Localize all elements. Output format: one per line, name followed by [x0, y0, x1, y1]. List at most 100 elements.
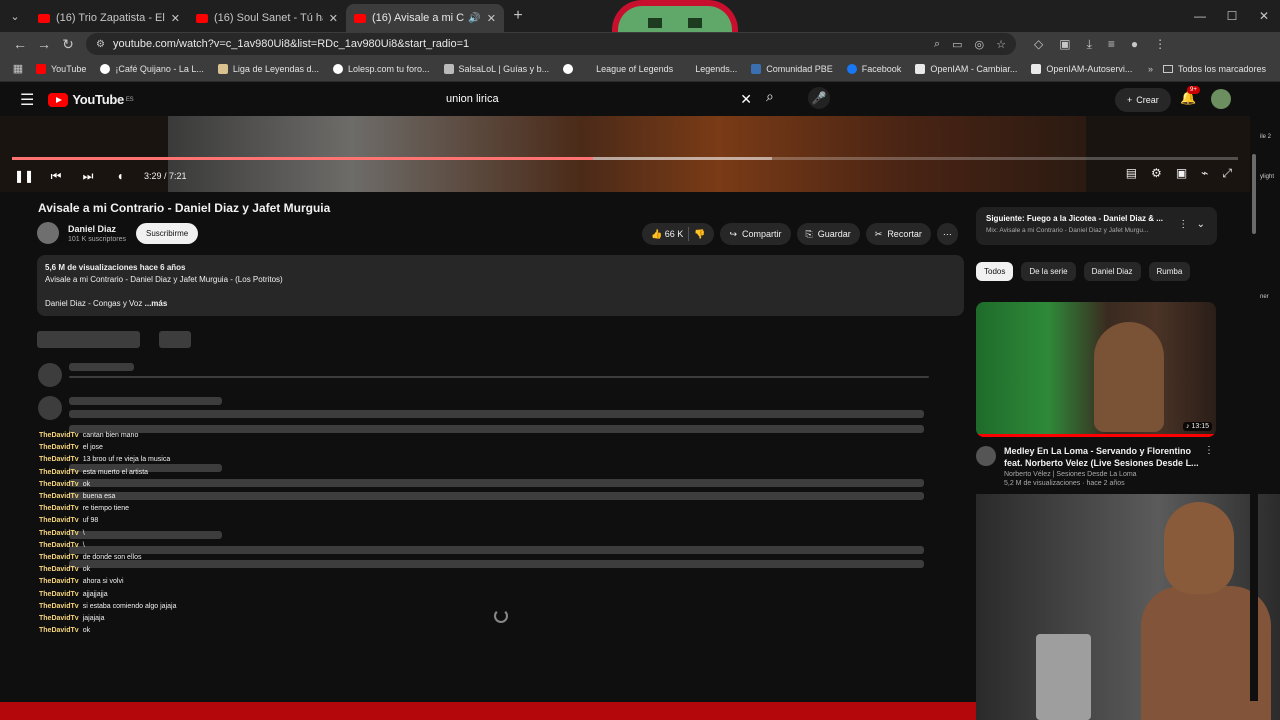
bookmark-item[interactable]: OpenIAM-Autoservi...: [1031, 63, 1132, 74]
page-scrollbar[interactable]: [1250, 116, 1258, 701]
all-bookmarks-button[interactable]: Todos los marcadores: [1162, 64, 1266, 74]
close-tab-icon[interactable]: ✕: [487, 12, 496, 25]
microphone-icon[interactable]: 🎤: [808, 87, 830, 109]
settings-gear-icon[interactable]: ⚙: [1151, 166, 1162, 181]
recommended-video-title[interactable]: Medley En La Loma - Servando y Florentin…: [1004, 445, 1204, 469]
chevron-down-icon[interactable]: ⌄: [1197, 219, 1205, 230]
clip-button[interactable]: ✂ Recortar: [865, 223, 931, 245]
loading-spinner-icon: [494, 609, 508, 623]
miniplayer-icon[interactable]: ▣: [1176, 166, 1187, 181]
video-player[interactable]: ❚❚ ⏮ ⏭ ◖ 3:29 / 7:21 ▤ ⚙ ▣ ⌁ ⤢: [0, 116, 1250, 192]
description-box[interactable]: 5,6 M de visualizaciones hace 6 años Avi…: [37, 255, 964, 316]
next-icon[interactable]: ⏭: [72, 169, 104, 184]
channel-avatar[interactable]: [37, 222, 59, 244]
chip-daniel-diaz[interactable]: Daniel Diaz: [1083, 262, 1141, 281]
new-tab-button[interactable]: +: [504, 7, 532, 25]
youtube-header: ☰ YouTube ES union lirica ✕ ⌕ 🎤 + Crear 🔔…: [0, 83, 1280, 116]
forward-icon[interactable]: →: [32, 36, 56, 52]
skeleton-avatar: [38, 396, 62, 420]
volume-icon[interactable]: ◖: [104, 169, 136, 183]
bookmark-item[interactable]: Facebook: [846, 63, 901, 74]
extension-icon[interactable]: ◇: [1034, 37, 1043, 52]
chat-username: TheDavidTv: [39, 493, 79, 501]
close-window-icon[interactable]: ✕: [1248, 0, 1280, 32]
speaker-icon[interactable]: 🔊: [468, 13, 480, 24]
create-button[interactable]: + Crear: [1115, 88, 1171, 112]
chip-rumba[interactable]: Rumba: [1148, 262, 1191, 281]
recommended-video-thumbnail[interactable]: ♪ 13:15: [976, 302, 1216, 437]
tab-3-active[interactable]: (16) Avisale a mi Contrario 🔊 ✕: [346, 4, 504, 32]
tab-1[interactable]: (16) Trio Zapatista - El refranero ✕: [30, 4, 188, 32]
notifications-bell-icon[interactable]: 🔔 9+: [1180, 86, 1200, 106]
webcam-person-head: [1164, 502, 1234, 594]
tab-2[interactable]: (16) Soul Sanet - Tú haces que ✕: [188, 4, 346, 32]
bookmark-icon: ⎘: [805, 228, 813, 239]
bookmark-star-icon[interactable]: ☆: [996, 38, 1006, 51]
channel-avatar[interactable]: [976, 446, 996, 466]
clear-search-icon[interactable]: ✕: [740, 91, 752, 108]
apps-grid-icon[interactable]: ▦: [0, 62, 36, 75]
reload-icon[interactable]: ↻: [56, 36, 80, 53]
youtube-logo[interactable]: YouTube ES: [48, 92, 134, 107]
chat-message: TheDavidTv ahora si volvi: [39, 576, 176, 588]
subscribe-button[interactable]: Suscribirme: [135, 222, 199, 244]
bookmark-item[interactable]: League of Legends: [596, 64, 673, 74]
download-icon[interactable]: ⤓: [1087, 37, 1092, 52]
cast-icon[interactable]: ▭: [952, 38, 962, 51]
kebab-menu-icon[interactable]: ⋮: [1178, 219, 1188, 230]
bookmark-item[interactable]: YouTube: [36, 63, 86, 74]
media-icon[interactable]: ≡: [1108, 37, 1115, 52]
bookmark-item[interactable]: Comunidad PBE: [751, 63, 833, 74]
tab-search-icon[interactable]: ⌄: [0, 0, 30, 32]
bookmark-item[interactable]: OpenIAM - Cambiar...: [915, 63, 1017, 74]
user-avatar[interactable]: [1211, 89, 1231, 109]
chat-text: uf 98: [82, 517, 99, 525]
cast-icon[interactable]: ⌁: [1201, 166, 1208, 181]
chip-todos[interactable]: Todos: [976, 262, 1014, 281]
subtitles-icon[interactable]: ▤: [1126, 166, 1137, 181]
chat-text: esta muerto el artista: [82, 468, 149, 476]
bookmark-item[interactable]: Liga de Leyendas d...: [217, 63, 319, 74]
minimize-icon[interactable]: —: [1184, 0, 1216, 32]
playlist-up-next-panel[interactable]: Siguiente: Fuego a la Jicotea - Daniel D…: [976, 207, 1217, 245]
puzzle-icon[interactable]: ▣: [1059, 37, 1070, 52]
bookmark-item[interactable]: Legends...: [695, 64, 737, 74]
profile-icon[interactable]: ●: [1131, 37, 1138, 52]
eye-off-icon[interactable]: ◎: [975, 38, 985, 51]
close-tab-icon[interactable]: ✕: [171, 12, 180, 25]
address-bar[interactable]: ⚙ youtube.com/watch?v=c_1av980Ui8&list=R…: [86, 33, 1016, 55]
channel-name[interactable]: Daniel Diaz: [68, 224, 126, 234]
thumbs-down-icon[interactable]: 👎: [694, 229, 705, 240]
chip-de-la-serie[interactable]: De la serie: [1021, 262, 1076, 281]
share-button[interactable]: ↪ Compartir: [720, 223, 791, 245]
bookmark-label: Legends...: [695, 63, 738, 74]
hamburger-menu-icon[interactable]: ☰: [20, 90, 34, 110]
bookmark-item[interactable]: ¡Café Quijano - La L...: [100, 63, 204, 74]
back-icon[interactable]: ←: [8, 36, 32, 52]
like-button[interactable]: 👍 66 K: [651, 229, 683, 240]
kebab-menu-icon[interactable]: ⋮: [1154, 37, 1166, 52]
pause-icon[interactable]: ❚❚: [8, 169, 40, 183]
recommended-channel[interactable]: Norberto Vélez | Sesiones Desde La Loma: [1004, 471, 1216, 478]
scrollbar-thumb[interactable]: [1252, 154, 1256, 234]
search-icon[interactable]: ⌕: [766, 88, 774, 105]
bookmarks-overflow-icon[interactable]: »: [1148, 64, 1153, 74]
zoom-icon[interactable]: ⌕: [934, 38, 940, 51]
description-line: Daniel Diaz - Congas y Voz: [45, 299, 143, 308]
bookmark-item[interactable]: SalsaLoL | Guías y b...: [443, 63, 549, 74]
maximize-icon[interactable]: ☐: [1216, 0, 1248, 32]
save-button[interactable]: ⎘ Guardar: [796, 223, 860, 245]
close-tab-icon[interactable]: ✕: [329, 12, 338, 25]
kebab-menu-icon[interactable]: ⋮: [1204, 445, 1214, 456]
more-actions-icon[interactable]: ⋯: [936, 223, 958, 245]
bookmarks-bar: ▦ YouTube ¡Café Quijano - La L... Liga d…: [0, 56, 1280, 82]
fullscreen-icon[interactable]: ⤢: [1222, 166, 1232, 181]
bookmark-item[interactable]: Lolesp.com tu foro...: [333, 63, 430, 74]
site-info-icon[interactable]: ⚙: [96, 39, 105, 50]
search-input[interactable]: union lirica ✕: [436, 87, 760, 111]
progress-bar[interactable]: [12, 157, 1238, 160]
previous-icon[interactable]: ⏮: [40, 169, 72, 184]
show-more-link[interactable]: ...más: [145, 299, 168, 308]
bookmark-item[interactable]: [563, 63, 578, 74]
chat-username: TheDavidTv: [39, 468, 79, 476]
